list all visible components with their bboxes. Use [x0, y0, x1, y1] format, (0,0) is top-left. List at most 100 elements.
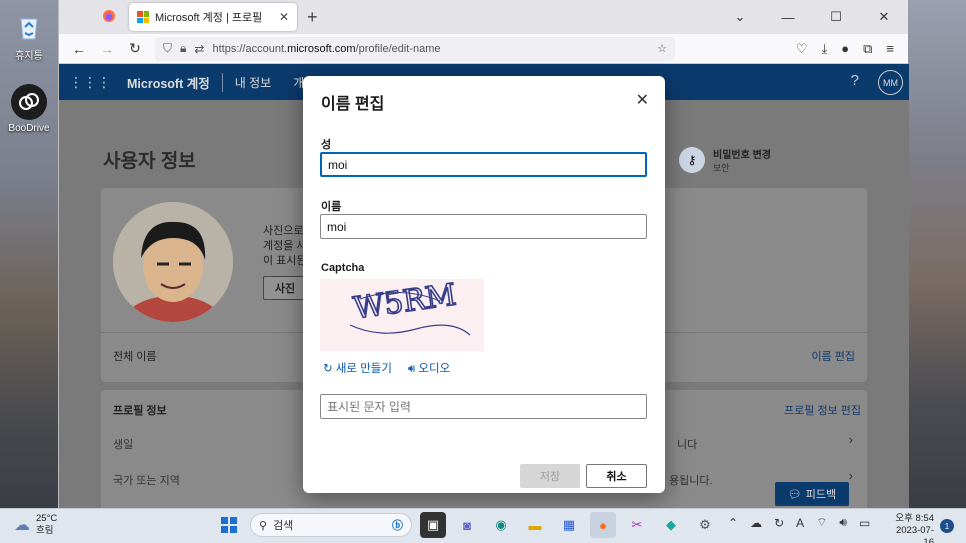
sync-icon[interactable]: ↻ — [774, 516, 784, 530]
last-name-label: 성 — [321, 139, 332, 151]
edit-name-dialog: 이름 편집 ✕ 성 이름 Captcha W5RM ↻ 새로 만들기 🔊︎ 오디… — [303, 76, 665, 493]
desktop-background-right — [908, 0, 966, 508]
windows-start-icon[interactable] — [216, 512, 242, 538]
store-icon[interactable]: ▦ — [556, 512, 582, 538]
tab-close-icon[interactable]: ✕ — [279, 10, 289, 24]
chevron-up-icon[interactable]: ⌃ — [728, 516, 738, 530]
menu-icon[interactable]: ≡ — [886, 41, 894, 57]
weather-widget[interactable]: ☁ 25°C 흐림 — [14, 513, 57, 537]
audio-label: 오디오 — [418, 363, 451, 375]
minimize-button[interactable]: — — [764, 0, 812, 34]
tab-microsoft-account[interactable]: Microsoft 계정 | 프로필 ✕ — [129, 3, 297, 31]
onedrive-icon[interactable]: ☁ — [750, 516, 762, 530]
edit-name-link[interactable]: 이름 편집 — [811, 348, 855, 364]
close-window-button[interactable]: ✕ — [860, 0, 908, 34]
captcha-text: W5RM — [351, 279, 458, 326]
password-change-link[interactable]: ⚷ 비밀번호 변경 보안 — [679, 146, 771, 174]
captcha-image: W5RM — [320, 277, 484, 351]
chevron-right-icon[interactable]: › — [849, 432, 853, 447]
photo-text-line: 계정을 사 — [263, 240, 307, 252]
edit-profile-link[interactable]: 프로필 정보 편집 — [784, 402, 861, 418]
help-icon[interactable]: ? — [851, 72, 859, 89]
first-name-input[interactable] — [320, 214, 647, 239]
close-icon[interactable]: ✕ — [636, 90, 649, 110]
reload-button[interactable]: ↻ — [121, 40, 149, 57]
photo-text-line: 사진으로 — [263, 225, 304, 237]
clock[interactable]: 오후 8:54 2023-07-16 — [886, 513, 934, 543]
change-photo-button[interactable]: 사진 — [263, 276, 307, 300]
bing-icon: ⓑ — [392, 520, 403, 532]
avatar[interactable]: MM — [878, 70, 903, 95]
microsoft-logo-icon — [137, 11, 149, 23]
task-view-icon[interactable]: ▣ — [420, 512, 446, 538]
permissions-icon[interactable]: ⇄ — [194, 42, 204, 56]
firefox-view-tab[interactable] — [93, 4, 125, 30]
app-launcher-icon[interactable]: ⋮⋮⋮ — [69, 74, 111, 91]
new-tab-button[interactable]: + — [307, 7, 318, 28]
chevron-right-icon[interactable]: › — [849, 468, 853, 483]
taskbar-search[interactable]: ⚲ 검색 ⓑ — [250, 513, 412, 537]
nav-my-info[interactable]: 내 정보 — [235, 74, 271, 91]
desktop-icon-label: BooDrive — [8, 123, 50, 134]
firefox-icon — [102, 9, 116, 26]
url-path: /profile/edit-name — [355, 42, 441, 55]
account-icon[interactable]: ● — [841, 41, 849, 57]
extensions-icon[interactable]: ⧉ — [863, 41, 872, 57]
cancel-button[interactable]: 취소 — [586, 464, 647, 488]
url-bar[interactable]: ⛉ 🔒︎ ⇄ https://account. microsoft.com/pro… — [155, 36, 675, 61]
save-button[interactable]: 저장 — [520, 464, 580, 488]
battery-icon[interactable]: ▭ — [859, 516, 870, 530]
url-prefix: https://account. — [212, 42, 288, 55]
edge-icon[interactable]: ◉ — [488, 512, 514, 538]
file-explorer-icon[interactable]: ▬ — [522, 512, 548, 538]
desktop-icon-recycle-bin[interactable]: 휴지통 — [6, 8, 52, 62]
notification-badge[interactable]: 1 — [940, 519, 954, 533]
forward-button[interactable]: → — [93, 41, 121, 57]
first-name-label: 이름 — [321, 201, 342, 213]
lock-icon[interactable]: 🔒︎ — [180, 41, 186, 56]
captcha-refresh-link[interactable]: ↻ 새로 만들기 — [323, 360, 392, 376]
feedback-label: 피드백 — [805, 489, 837, 501]
maximize-button[interactable]: ☐ — [812, 0, 860, 34]
settings-gear-icon[interactable]: ⚙ — [692, 512, 718, 538]
profile-photo — [113, 202, 233, 322]
snipping-tool-icon[interactable]: ✂ — [624, 512, 650, 538]
captcha-audio-link[interactable]: 🔊︎ 오디오 — [408, 360, 450, 376]
tab-bar: Microsoft 계정 | 프로필 ✕ + ⌄ — ☐ ✕ — [59, 0, 908, 34]
feedback-button[interactable]: 💬︎ 피드백 — [775, 482, 849, 506]
captcha-label: Captcha — [321, 262, 365, 274]
clock-time: 오후 8:54 — [895, 513, 934, 524]
teams-chat-icon[interactable]: ◙ — [454, 512, 480, 538]
downloads-icon[interactable]: ⤓ — [822, 41, 828, 57]
photo-description: 사진으로 계정을 사 이 표시된 — [263, 224, 307, 269]
volume-icon[interactable]: 🔊︎ — [839, 515, 847, 530]
system-tray: ⌃ ☁ ↻ A ⌔ 🔊︎ ▭ — [728, 515, 870, 530]
ime-icon[interactable]: A — [796, 516, 804, 530]
clock-date: 2023-07-16 — [895, 525, 934, 543]
wifi-icon[interactable]: ⌔ — [816, 515, 827, 530]
shield-icon[interactable]: ⛉ — [163, 41, 172, 56]
captcha-input[interactable] — [320, 394, 647, 419]
taskbar: ☁ 25°C 흐림 ⚲ 검색 ⓑ ▣ ◙ ◉ ▬ ▦ ● ✂ ◆ ⚙ ⌃ ☁ ↻… — [0, 508, 966, 543]
brand-title[interactable]: Microsoft 계정 — [127, 72, 223, 92]
toolbar-actions: ♡ ⤓ ● ⧉ ≡ — [796, 41, 908, 57]
tab-list-chevron-icon[interactable]: ⌄ — [716, 0, 764, 34]
desktop-background-left — [0, 0, 58, 508]
photo-text-line: 이 표시된 — [263, 255, 307, 267]
password-change-sub: 보안 — [713, 163, 730, 173]
back-button[interactable]: ← — [65, 41, 93, 57]
taskbar-apps: ⚲ 검색 ⓑ ▣ ◙ ◉ ▬ ▦ ● ✂ ◆ ⚙ — [216, 512, 718, 538]
speaker-icon: 🔊︎ — [407, 363, 419, 375]
app-icon[interactable]: ◆ — [658, 512, 684, 538]
birthday-trailing-text: 니다 — [677, 439, 698, 451]
weather-condition: 흐림 — [36, 525, 54, 536]
firefox-icon[interactable]: ● — [590, 512, 616, 538]
search-icon: ⚲ — [259, 519, 268, 532]
dialog-title: 이름 편집 — [321, 96, 385, 113]
pocket-icon[interactable]: ♡ — [796, 41, 808, 57]
last-name-input[interactable] — [320, 152, 647, 177]
desktop-icon-boodrive[interactable]: BooDrive — [6, 84, 52, 134]
desktop-icon-label: 휴지통 — [15, 51, 43, 62]
nav-toolbar: ← → ↻ ⛉ 🔒︎ ⇄ https://account. microsoft.c… — [59, 34, 908, 64]
bookmark-star-icon[interactable]: ☆ — [657, 42, 667, 55]
